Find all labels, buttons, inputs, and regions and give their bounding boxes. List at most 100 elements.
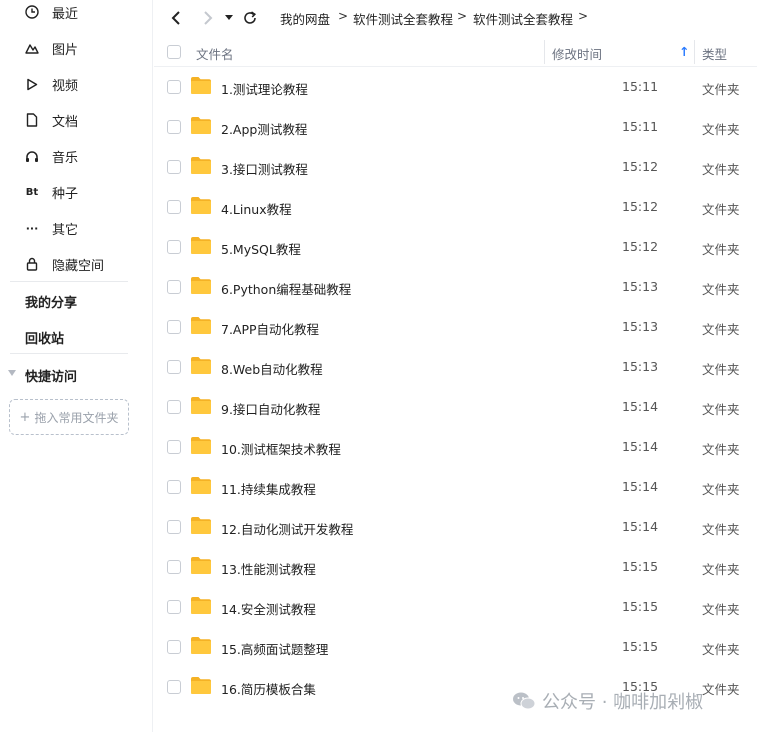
refresh-icon [244, 11, 257, 24]
file-row[interactable]: 2.App测试教程 15:11 文件夹 [154, 107, 757, 147]
file-row[interactable]: 7.APP自动化教程 15:13 文件夹 [154, 307, 757, 347]
breadcrumb-separator: > [578, 9, 589, 23]
file-modified-time: 15:12 [622, 239, 659, 254]
file-row[interactable]: 1.测试理论教程 15:11 文件夹 [154, 67, 757, 107]
row-checkbox[interactable] [167, 360, 181, 374]
row-checkbox[interactable] [167, 80, 181, 94]
document-icon [24, 112, 40, 128]
file-name[interactable]: 5.MySQL教程 [221, 239, 301, 258]
file-name[interactable]: 4.Linux教程 [221, 199, 292, 218]
file-name[interactable]: 8.Web自动化教程 [221, 359, 323, 378]
history-dropdown-button[interactable] [223, 6, 235, 30]
sidebar-item-documents[interactable]: 文档 [0, 102, 152, 138]
sidebar-item-my-share[interactable]: 我的分享 [25, 292, 77, 311]
drop-favorite-folder-area[interactable]: + 拖入常用文件夹 [9, 399, 129, 435]
file-name[interactable]: 11.持续集成教程 [221, 479, 316, 498]
file-name[interactable]: 3.接口测试教程 [221, 159, 308, 178]
file-type: 文件夹 [702, 82, 740, 97]
row-checkbox[interactable] [167, 400, 181, 414]
file-row[interactable]: 13.性能测试教程 15:15 文件夹 [154, 547, 757, 587]
file-name[interactable]: 10.测试框架技术教程 [221, 439, 341, 458]
file-name[interactable]: 2.App测试教程 [221, 119, 307, 138]
row-checkbox[interactable] [167, 280, 181, 294]
sidebar-item-label: 音乐 [52, 150, 79, 166]
sort-ascending-icon[interactable]: ↑ [679, 44, 689, 59]
breadcrumb-item-current[interactable]: 软件测试全套教程 [473, 9, 573, 28]
back-button[interactable] [166, 6, 186, 30]
row-checkbox[interactable] [167, 320, 181, 334]
column-divider[interactable] [694, 40, 695, 64]
file-name[interactable]: 7.APP自动化教程 [221, 319, 319, 338]
file-type: 文件夹 [702, 682, 740, 697]
column-divider[interactable] [544, 40, 545, 64]
file-type: 文件夹 [702, 402, 740, 417]
row-checkbox[interactable] [167, 200, 181, 214]
file-type: 文件夹 [702, 242, 740, 257]
file-row[interactable]: 4.Linux教程 15:12 文件夹 [154, 187, 757, 227]
file-row[interactable]: 15.高频面试题整理 15:15 文件夹 [154, 627, 757, 667]
file-row[interactable]: 5.MySQL教程 15:12 文件夹 [154, 227, 757, 267]
quick-access-title[interactable]: 快捷访问 [25, 366, 77, 385]
file-row[interactable]: 10.测试框架技术教程 15:14 文件夹 [154, 427, 757, 467]
sidebar-item-music[interactable]: 音乐 [0, 138, 152, 174]
column-header-type[interactable]: 类型 [702, 44, 727, 63]
sidebar-item-recent[interactable]: 最近 [0, 0, 152, 30]
folder-icon [191, 677, 211, 694]
collapse-arrow-icon[interactable] [8, 370, 16, 376]
forward-button[interactable] [198, 6, 218, 30]
row-checkbox[interactable] [167, 680, 181, 694]
row-checkbox[interactable] [167, 640, 181, 654]
folder-icon [191, 277, 211, 294]
file-row[interactable]: 3.接口测试教程 15:12 文件夹 [154, 147, 757, 187]
folder-icon [191, 317, 211, 334]
file-name[interactable]: 6.Python编程基础教程 [221, 279, 351, 298]
file-modified-time: 15:12 [622, 159, 659, 174]
file-type: 文件夹 [702, 282, 740, 297]
file-modified-time: 15:13 [622, 319, 659, 334]
file-name[interactable]: 12.自动化测试开发教程 [221, 519, 353, 538]
row-checkbox[interactable] [167, 600, 181, 614]
file-row[interactable]: 11.持续集成教程 15:14 文件夹 [154, 467, 757, 507]
refresh-button[interactable] [240, 6, 260, 30]
folder-icon [191, 237, 211, 254]
file-name[interactable]: 9.接口自动化教程 [221, 399, 320, 418]
breadcrumb-item[interactable]: 软件测试全套教程 [353, 9, 453, 28]
folder-icon [191, 77, 211, 94]
column-header-modified-time[interactable]: 修改时间 [552, 44, 602, 63]
row-checkbox[interactable] [167, 120, 181, 134]
file-modified-time: 15:15 [622, 639, 659, 654]
file-name[interactable]: 13.性能测试教程 [221, 559, 316, 578]
file-row[interactable]: 6.Python编程基础教程 15:13 文件夹 [154, 267, 757, 307]
sidebar-item-recycle-bin[interactable]: 回收站 [25, 328, 64, 347]
sidebar-item-videos[interactable]: 视频 [0, 66, 152, 102]
file-name[interactable]: 16.简历模板合集 [221, 679, 316, 698]
row-checkbox[interactable] [167, 480, 181, 494]
row-checkbox[interactable] [167, 520, 181, 534]
file-name[interactable]: 15.高频面试题整理 [221, 639, 328, 658]
file-row[interactable]: 12.自动化测试开发教程 15:14 文件夹 [154, 507, 757, 547]
row-checkbox[interactable] [167, 440, 181, 454]
file-name[interactable]: 14.安全测试教程 [221, 599, 316, 618]
toolbar: 我的网盘 > 软件测试全套教程 > 软件测试全套教程 > [154, 0, 757, 36]
row-checkbox[interactable] [167, 160, 181, 174]
play-icon [24, 76, 40, 92]
sidebar-item-images[interactable]: 图片 [0, 30, 152, 66]
image-icon [24, 40, 40, 56]
folder-icon [191, 637, 211, 654]
file-row[interactable]: 8.Web自动化教程 15:13 文件夹 [154, 347, 757, 387]
folder-icon [191, 157, 211, 174]
row-checkbox[interactable] [167, 560, 181, 574]
row-checkbox[interactable] [167, 240, 181, 254]
folder-icon [191, 477, 211, 494]
sidebar-item-others[interactable]: ··· 其它 [0, 210, 152, 246]
sidebar-item-hidden-space[interactable]: 隐藏空间 [0, 246, 152, 282]
select-all-checkbox[interactable] [167, 45, 181, 59]
folder-icon [191, 437, 211, 454]
file-row[interactable]: 14.安全测试教程 15:15 文件夹 [154, 587, 757, 627]
sidebar-item-torrents[interactable]: Bt 种子 [0, 174, 152, 210]
file-row[interactable]: 9.接口自动化教程 15:14 文件夹 [154, 387, 757, 427]
breadcrumb-item[interactable]: 我的网盘 [280, 9, 330, 28]
column-header-name[interactable]: 文件名 [196, 44, 234, 63]
file-name[interactable]: 1.测试理论教程 [221, 79, 308, 98]
sidebar-item-label: 文档 [52, 114, 79, 130]
